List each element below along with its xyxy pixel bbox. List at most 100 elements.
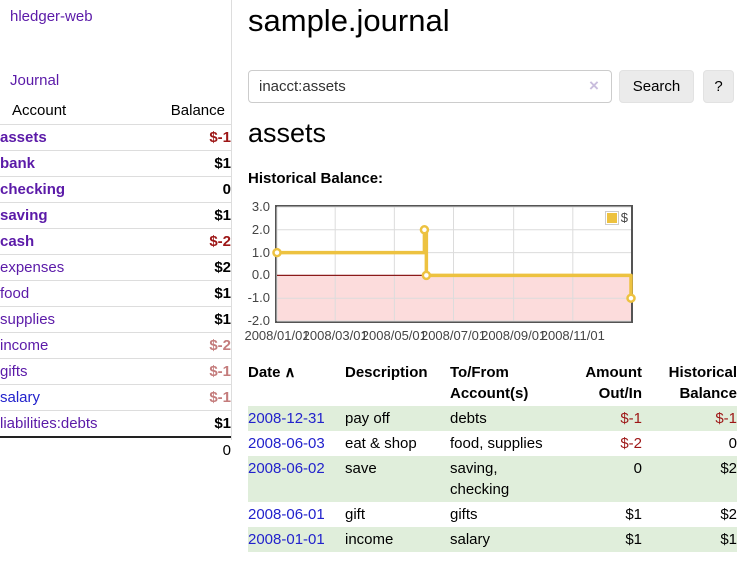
account-link[interactable]: checking [0,181,65,198]
account-balance: $1 [143,281,231,307]
account-balance: $-1 [143,359,231,385]
account-heading: assets [248,116,326,150]
transaction-date-link[interactable]: 2008-06-01 [248,506,325,523]
transaction-balance: $1 [642,527,737,552]
search-input[interactable] [248,70,612,103]
transaction-date-cell: 2008-06-01 [248,502,345,527]
account-cell: income [0,333,143,359]
transaction-row: 2008-06-02 savesaving, checking0$2 [248,456,737,502]
data-point-marker [421,226,428,233]
search-button[interactable]: Search [619,70,694,103]
transaction-row: 2008-06-01giftgifts$1$2 [248,502,737,527]
account-cell: liabilities:debts [0,411,143,438]
account-cell: supplies [0,307,143,333]
account-balance: 0 [143,177,231,203]
transaction-date-cell: 2008-06-02 [248,456,345,502]
app-brand-link[interactable]: hledger-web [10,8,93,25]
transaction-accounts: food, supplies [450,431,566,456]
account-cell: cash [0,229,143,255]
account-link[interactable]: assets [0,129,47,146]
sidebar-item-journal[interactable]: Journal [10,72,59,89]
transaction-accounts: debts [450,406,566,431]
transaction-amount: $1 [566,527,642,552]
transaction-description: pay off [345,406,450,431]
account-cell: saving [0,203,143,229]
transaction-row: 2008-01-01incomesalary$1$1 [248,527,737,552]
transaction-date-link[interactable]: 2008-06-02 [248,460,325,477]
account-link[interactable]: food [0,285,29,302]
y-axis-tick-label: -2.0 [238,314,270,328]
account-row: food $1 [0,281,231,307]
chart-plot-area: $ [275,205,633,323]
transaction-balance: $-1 [642,406,737,431]
transaction-date-cell: 2008-12-31 [248,406,345,431]
transaction-accounts: saving, checking [450,456,566,502]
account-link[interactable]: gifts [0,363,28,380]
account-balance: $-1 [143,385,231,411]
transaction-date-link[interactable]: 2008-01-01 [248,531,325,548]
account-link[interactable]: income [0,337,48,354]
account-balance: $1 [143,151,231,177]
transaction-description: gift [345,502,450,527]
sidebar: hledger-web Journal Account Balance asse… [0,0,232,440]
account-column-header: Account [0,98,143,125]
y-axis-tick-label: 0.0 [238,268,270,282]
page-title: sample.journal [248,0,450,42]
transaction-description: income [345,527,450,552]
transaction-accounts: salary [450,527,566,552]
x-axis-tick-label: 2008/01/01 [244,328,309,343]
account-row: checking 0 [0,177,231,203]
account-link[interactable]: bank [0,155,35,172]
transaction-balance: $2 [642,456,737,502]
transaction-amount: 0 [566,456,642,502]
account-link[interactable]: salary [0,389,40,406]
sort-ascending-icon: ∧ [281,364,296,381]
transaction-row: 2008-12-31pay offdebts$-1$-1 [248,406,737,431]
account-link[interactable]: expenses [0,259,64,276]
data-point-marker [628,295,635,302]
x-axis-tick-label: 2008/03/01 [303,328,368,343]
balance-column-header: Historical Balance [642,360,737,406]
help-button[interactable]: ? [703,70,734,103]
account-link[interactable]: liabilities:debts [0,415,98,432]
description-column-header: Description [345,360,450,406]
account-link[interactable]: saving [0,207,48,224]
account-link[interactable]: cash [0,233,34,250]
account-row: income$-2 [0,333,231,359]
account-row: salary $-1 [0,385,231,411]
account-row: gifts $-1 [0,359,231,385]
x-axis-tick-label: 2008/11/01 [541,328,605,343]
account-balance: $-2 [143,229,231,255]
transaction-date-link[interactable]: 2008-12-31 [248,410,325,427]
transaction-date-cell: 2008-01-01 [248,527,345,552]
transaction-balance: 0 [642,431,737,456]
account-balance: $1 [143,307,231,333]
transaction-description: save [345,456,450,502]
chart-canvas [277,207,631,321]
x-axis-tick-label: 2008/09/01 [481,328,546,343]
data-point-marker [274,249,281,256]
account-balance: $-1 [143,125,231,151]
account-link[interactable]: supplies [0,311,55,328]
accounts-column-header: To/From Account(s) [450,360,566,406]
account-row: bank $1 [0,151,231,177]
account-cell: checking [0,177,143,203]
transaction-description: eat & shop [345,431,450,456]
date-column-header[interactable]: Date∧ [248,360,345,406]
transaction-amount: $-2 [566,431,642,456]
account-row: assets $-1 [0,125,231,151]
legend-label: $ [621,210,628,225]
account-cell: bank [0,151,143,177]
account-balance: $1 [143,411,231,438]
account-cell: assets [0,125,143,151]
transactions-table: Date∧ Description To/From Account(s) Amo… [248,360,737,552]
account-row: liabilities:debts $1 [0,411,231,438]
account-cell: gifts [0,359,143,385]
transaction-accounts: gifts [450,502,566,527]
amount-column-header: Amount Out/In [566,360,642,406]
clear-search-icon[interactable]: × [589,77,599,94]
account-cell: expenses [0,255,143,281]
account-balance: $2 [143,255,231,281]
transaction-date-link[interactable]: 2008-06-03 [248,435,325,452]
accounts-table-header: Account Balance [0,98,231,125]
